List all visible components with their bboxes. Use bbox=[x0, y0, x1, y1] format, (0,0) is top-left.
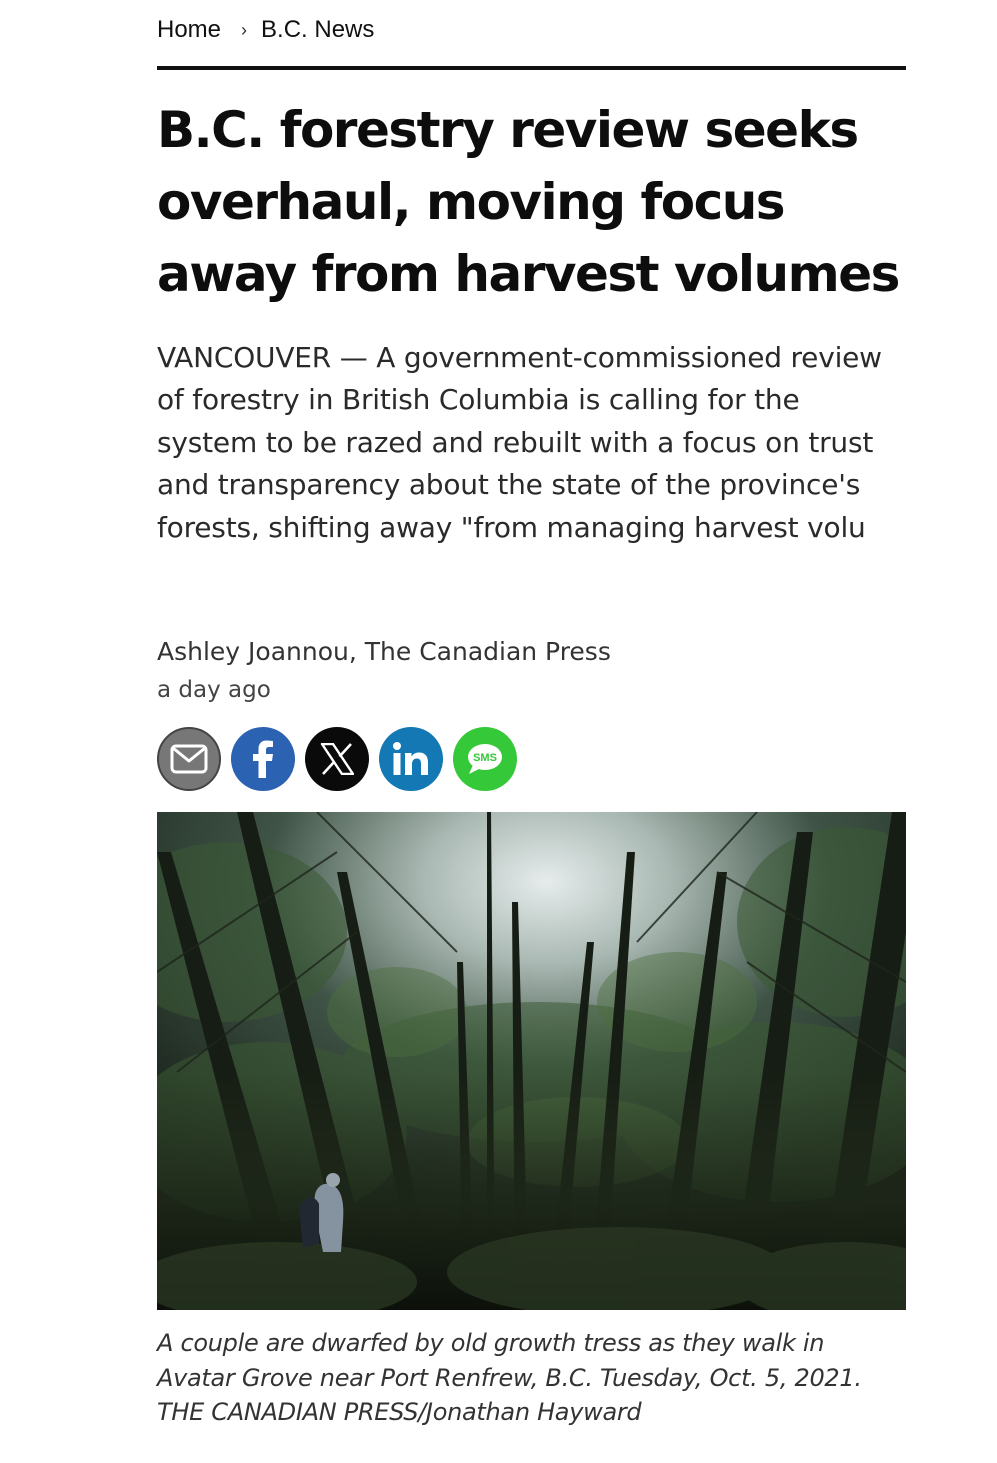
chevron-right-icon: › bbox=[241, 19, 248, 40]
share-x-button[interactable] bbox=[305, 727, 369, 791]
breadcrumb-section-link[interactable]: B.C. News bbox=[261, 16, 374, 44]
linkedin-icon bbox=[393, 742, 428, 775]
header-divider bbox=[157, 66, 906, 70]
breadcrumb-home-link[interactable]: Home bbox=[157, 16, 221, 44]
sms-label: SMS bbox=[473, 752, 497, 764]
article-photo[interactable] bbox=[157, 812, 906, 1310]
x-icon bbox=[320, 743, 354, 775]
photo-caption: A couple are dwarfed by old growth tress… bbox=[157, 1329, 862, 1426]
article-byline: Ashley Joannou, The Canadian Press bbox=[157, 637, 611, 666]
article-summary: VANCOUVER — A government-commissioned re… bbox=[157, 341, 882, 544]
article-timestamp: a day ago bbox=[157, 677, 271, 703]
breadcrumb: Home › B.C. News bbox=[157, 14, 374, 46]
share-linkedin-button[interactable] bbox=[379, 727, 443, 791]
share-buttons: SMS bbox=[157, 727, 527, 791]
share-facebook-button[interactable] bbox=[231, 727, 295, 791]
share-sms-button[interactable]: SMS bbox=[453, 727, 517, 791]
share-email-button[interactable] bbox=[157, 727, 221, 791]
article-headline: B.C. forestry review seeks overhaul, mov… bbox=[157, 101, 900, 303]
facebook-icon bbox=[253, 740, 273, 778]
sms-icon: SMS bbox=[468, 744, 502, 774]
email-icon bbox=[170, 744, 208, 774]
